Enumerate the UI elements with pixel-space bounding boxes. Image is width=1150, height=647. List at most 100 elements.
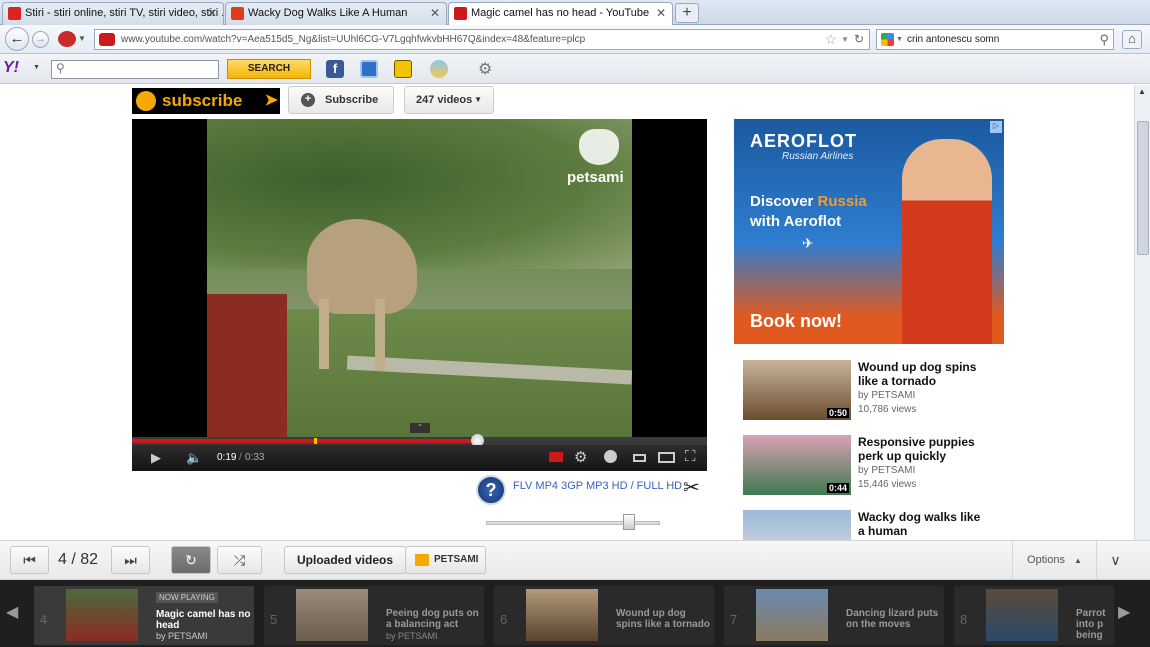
fullscreen-icon[interactable]: ⛶ — [685, 448, 696, 465]
progress-bar[interactable] — [132, 434, 707, 447]
home-icon[interactable]: ⌂ — [1122, 30, 1142, 49]
item-number: 6 — [500, 612, 508, 627]
playlist-item[interactable]: 7 Dancing lizard puts on the moves — [724, 586, 944, 645]
slider-handle[interactable] — [623, 514, 635, 530]
browser-tab[interactable]: Stiri - stiri online, stiri TV, stiri vi… — [2, 2, 224, 25]
captions-icon[interactable] — [549, 452, 563, 462]
bf-favicon-icon — [231, 7, 244, 20]
video-thumbnail[interactable]: 0:50 — [743, 360, 851, 420]
subscribe-banner-text: subscribe — [162, 91, 243, 110]
item-number: 7 — [730, 612, 738, 627]
playlist-position: 4 / 82 — [58, 551, 99, 568]
video-title[interactable]: Wacky dog walks like a human — [858, 510, 988, 538]
item-title: Wound up dog spins like a tornado — [616, 608, 710, 630]
playlist-item[interactable]: 8 Parrot into p being — [954, 586, 1114, 645]
scroll-up-icon[interactable]: ▲ — [1138, 87, 1146, 96]
yahoo-search-input[interactable]: ⚲ — [51, 60, 219, 79]
address-bar[interactable]: www.youtube.com/watch?v=Aea515d5_Ng&list… — [94, 29, 870, 50]
search-icon[interactable]: ⚲ — [1099, 30, 1109, 49]
dropdown-arrow-icon[interactable]: ▼ — [33, 64, 40, 71]
strip-right-arrow-icon[interactable]: ▶ — [1118, 602, 1130, 622]
download-links[interactable]: FLV MP4 3GP MP3 HD / FULL HD — [513, 480, 682, 492]
forward-button[interactable]: → — [32, 31, 49, 48]
page-scrollbar[interactable]: ▲ — [1134, 85, 1150, 540]
dropdown-arrow-icon[interactable]: ▼ — [78, 34, 86, 43]
options-button[interactable]: Options ▲ — [1012, 541, 1096, 579]
new-tab-button[interactable]: + — [675, 3, 699, 23]
back-button[interactable]: ← — [5, 27, 29, 51]
duration-badge: 0:50 — [826, 408, 849, 418]
previous-video-button[interactable]: ⏮ — [10, 546, 49, 574]
subscribe-banner[interactable]: subscribe ➤ — [132, 88, 280, 114]
item-thumbnail — [66, 589, 138, 641]
video-thumbnail[interactable]: 0:44 — [743, 435, 851, 495]
close-tab-icon[interactable]: ✕ — [207, 3, 217, 23]
strip-left-arrow-icon[interactable]: ◀ — [6, 602, 18, 622]
browser-tab[interactable]: Wacky Dog Walks Like A Human ✕ — [225, 2, 447, 25]
videos-count-button[interactable]: 247 videos ▼ — [404, 86, 494, 114]
collapse-chevron-icon[interactable]: ∨ — [1096, 541, 1134, 579]
small-player-icon[interactable] — [633, 454, 646, 462]
site-identity-icon[interactable] — [99, 33, 115, 46]
time-separator: / — [239, 452, 242, 463]
aeroflot-ad[interactable]: AEROFLOT Russian Airlines Discover Russi… — [734, 119, 1004, 344]
playlist-item[interactable]: 5 Peeing dog puts on a balancing act by … — [264, 586, 484, 645]
video-title[interactable]: Wound up dog spins like a tornado — [858, 360, 988, 388]
video-thumbnail[interactable] — [743, 510, 851, 540]
uploaded-videos-button[interactable]: Uploaded videos — [284, 546, 406, 574]
mail-icon[interactable] — [360, 60, 378, 78]
expand-chevron-icon[interactable]: ⌃ — [410, 423, 430, 433]
related-video[interactable]: 0:50 Wound up dog spins like a tornado b… — [743, 360, 1013, 422]
scroll-thumb[interactable] — [1137, 121, 1149, 255]
camel-leg — [375, 299, 385, 371]
facebook-icon[interactable]: f — [326, 60, 344, 78]
settings-gear-icon[interactable]: ⚙ — [574, 448, 587, 466]
subscribe-button[interactable]: + Subscribe — [288, 86, 394, 114]
notes-icon[interactable] — [394, 60, 412, 78]
options-label: Options — [1027, 554, 1065, 566]
duration: 0:33 — [245, 452, 265, 463]
autoplay-toggle[interactable]: ↻ — [171, 546, 211, 574]
yahoo-search-button[interactable]: SEARCH — [227, 59, 311, 79]
close-tab-icon[interactable]: ✕ — [430, 3, 440, 23]
scissors-icon[interactable]: ✂ — [683, 475, 700, 500]
yahoo-toolbar: Y! ▼ ⚲ SEARCH f ⚙ — [0, 54, 1150, 84]
video-title[interactable]: Responsive puppies perk up quickly — [858, 435, 988, 463]
item-number: 5 — [270, 612, 278, 627]
weather-icon[interactable] — [430, 60, 448, 78]
playlist-item[interactable]: 6 Wound up dog spins like a tornado — [494, 586, 714, 645]
shuffle-button[interactable]: ⤮ — [217, 546, 262, 574]
ad-cta[interactable]: Book now! — [750, 311, 842, 332]
playlist-item-current[interactable]: 4 NOW PLAYING Magic camel has no head by… — [34, 586, 254, 645]
next-video-button[interactable]: ⏭ — [111, 546, 150, 574]
video-player[interactable]: petsami ⌃ ▶ 🔈 0:19 / 0:33 ⚙ ⛶ — [132, 119, 707, 471]
dropdown-arrow-icon[interactable]: ▼ — [841, 30, 849, 49]
browser-tab-active[interactable]: Magic camel has no head - YouTube ✕ — [448, 2, 673, 26]
search-engine-dropdown-icon[interactable]: ▼ — [896, 30, 903, 49]
quality-slider[interactable] — [486, 514, 660, 530]
help-icon[interactable]: ? — [476, 475, 506, 505]
watch-later-icon[interactable] — [604, 450, 617, 463]
item-thumbnail — [296, 589, 368, 641]
cat-logo-icon — [136, 91, 156, 111]
play-icon[interactable]: ▶ — [151, 450, 161, 466]
addon-icon[interactable] — [58, 31, 76, 47]
reload-icon[interactable]: ↻ — [854, 30, 864, 49]
item-thumbnail — [756, 589, 828, 641]
volume-icon[interactable]: 🔈 — [186, 450, 202, 466]
settings-gear-icon[interactable]: ⚙ — [478, 59, 492, 79]
ad-choices-icon[interactable]: ▷ — [990, 121, 1002, 133]
bookmark-star-icon[interactable]: ☆ — [824, 30, 837, 49]
channel-button[interactable]: PETSAMI — [405, 546, 486, 574]
related-video[interactable]: 0:44 Responsive puppies perk up quickly … — [743, 435, 1013, 497]
video-frame[interactable]: petsami — [207, 119, 632, 437]
browser-search-box[interactable]: ▼ crin antonescu somn ⚲ — [876, 29, 1114, 50]
videos-count: 247 videos — [416, 94, 473, 106]
youtube-favicon-icon — [454, 7, 467, 20]
close-tab-icon[interactable]: ✕ — [656, 3, 666, 23]
large-player-icon[interactable] — [658, 452, 675, 463]
ad-headline-start: Discover — [750, 193, 814, 210]
google-icon[interactable] — [881, 33, 894, 46]
yahoo-logo[interactable]: Y! — [3, 59, 19, 77]
related-video[interactable]: Wacky dog walks like a human — [743, 510, 1013, 540]
